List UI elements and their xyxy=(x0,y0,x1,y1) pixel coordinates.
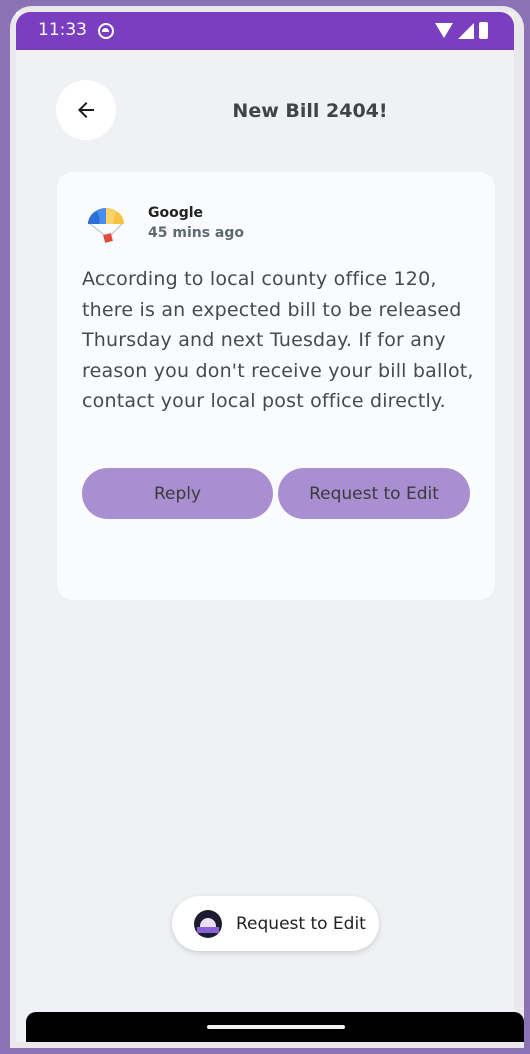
parachute-logo-icon xyxy=(88,208,124,243)
page-title: New Bill 2404! xyxy=(232,100,388,122)
sender-name: Google xyxy=(148,205,204,221)
chip-label: Request to Edit xyxy=(236,913,366,934)
message-body: According to local county office 120, th… xyxy=(82,268,474,412)
android-icon xyxy=(194,909,222,938)
navigation-bar xyxy=(26,1012,524,1042)
notification-icon xyxy=(98,23,114,39)
signal-icon xyxy=(458,22,474,39)
wifi-icon xyxy=(435,23,453,38)
home-indicator[interactable] xyxy=(207,1025,345,1029)
back-button[interactable] xyxy=(56,80,116,140)
reply-button-label: Reply xyxy=(153,483,202,504)
battery-icon xyxy=(479,22,488,39)
request-to-edit-button[interactable]: Request to Edit xyxy=(278,468,470,519)
reply-button[interactable]: Reply xyxy=(82,468,273,519)
arrow-back-icon xyxy=(78,102,94,118)
message-card: Google 45 mins ago According to local co… xyxy=(57,172,495,600)
message-timestamp: 45 mins ago xyxy=(148,225,245,241)
status-time: 11:33 xyxy=(38,20,87,40)
status-bar: 11:33 xyxy=(16,12,514,50)
request-to-edit-chip[interactable]: Request to Edit xyxy=(172,896,379,951)
status-icons xyxy=(435,22,488,39)
request-to-edit-button-label: Request to Edit xyxy=(309,483,439,504)
top-app-bar: New Bill 2404! xyxy=(16,50,514,160)
